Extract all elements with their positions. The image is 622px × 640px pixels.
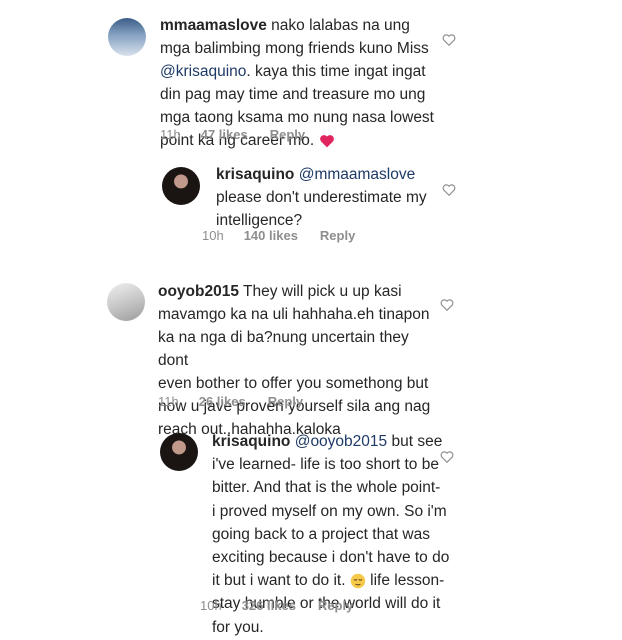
mention-link[interactable]: @mmaamaslove bbox=[299, 166, 416, 183]
reply-krisaquino-2: krisaquino @ooyob2015 but see i've learn… bbox=[0, 425, 622, 640]
avatar-ooyob2015[interactable] bbox=[107, 283, 145, 321]
reply-button[interactable]: Reply bbox=[268, 394, 303, 409]
mention-link[interactable]: @krisaquino bbox=[160, 63, 246, 80]
likes-count[interactable]: 326 likes bbox=[242, 598, 296, 613]
avatar-krisaquino[interactable] bbox=[162, 167, 200, 205]
likes-count[interactable]: 140 likes bbox=[244, 228, 298, 243]
like-heart-icon[interactable] bbox=[440, 450, 454, 464]
comment-text: krisaquino @mmaamaslove please don't und… bbox=[216, 166, 427, 229]
red-heart-icon bbox=[319, 134, 334, 148]
mention-link[interactable]: @ooyob2015 bbox=[295, 433, 387, 450]
comment-time: 11h bbox=[160, 127, 181, 142]
comment-username[interactable]: mmaamaslove bbox=[160, 17, 267, 34]
reply-button[interactable]: Reply bbox=[270, 127, 305, 142]
comment-meta: 11h 47 likes Reply bbox=[160, 127, 305, 142]
likes-count[interactable]: 26 likes bbox=[199, 394, 246, 409]
comment-username[interactable]: krisaquino bbox=[216, 166, 294, 183]
comment-text: ooyob2015 They will pick u up kasi mavam… bbox=[158, 283, 431, 438]
comment-meta: 11h 26 likes Reply bbox=[158, 394, 303, 409]
comment-meta: 10h 140 likes Reply bbox=[202, 228, 355, 243]
comment-time: 11h bbox=[158, 394, 179, 409]
relieved-face-emoji-icon bbox=[350, 573, 366, 589]
reply-krisaquino-1: krisaquino @mmaamaslove please don't und… bbox=[0, 150, 622, 260]
comment-username[interactable]: krisaquino bbox=[212, 433, 290, 450]
like-heart-icon[interactable] bbox=[442, 183, 456, 197]
comment-mmaamaslove: mmaamaslove nako lalabas na ung mga bali… bbox=[0, 0, 622, 150]
reply-button[interactable]: Reply bbox=[320, 228, 355, 243]
likes-count[interactable]: 47 likes bbox=[201, 127, 248, 142]
avatar-krisaquino[interactable] bbox=[160, 433, 198, 471]
like-heart-icon[interactable] bbox=[442, 33, 456, 47]
comment-time: 10h bbox=[200, 598, 222, 613]
comment-username[interactable]: ooyob2015 bbox=[158, 283, 239, 300]
reply-button[interactable]: Reply bbox=[318, 598, 353, 613]
like-heart-icon[interactable] bbox=[440, 298, 454, 312]
comment-meta: 10h 326 likes Reply bbox=[200, 598, 353, 613]
avatar-mmaamaslove[interactable] bbox=[108, 18, 146, 56]
comment-time: 10h bbox=[202, 228, 224, 243]
comment-ooyob2015: ooyob2015 They will pick u up kasi mavam… bbox=[0, 275, 622, 438]
